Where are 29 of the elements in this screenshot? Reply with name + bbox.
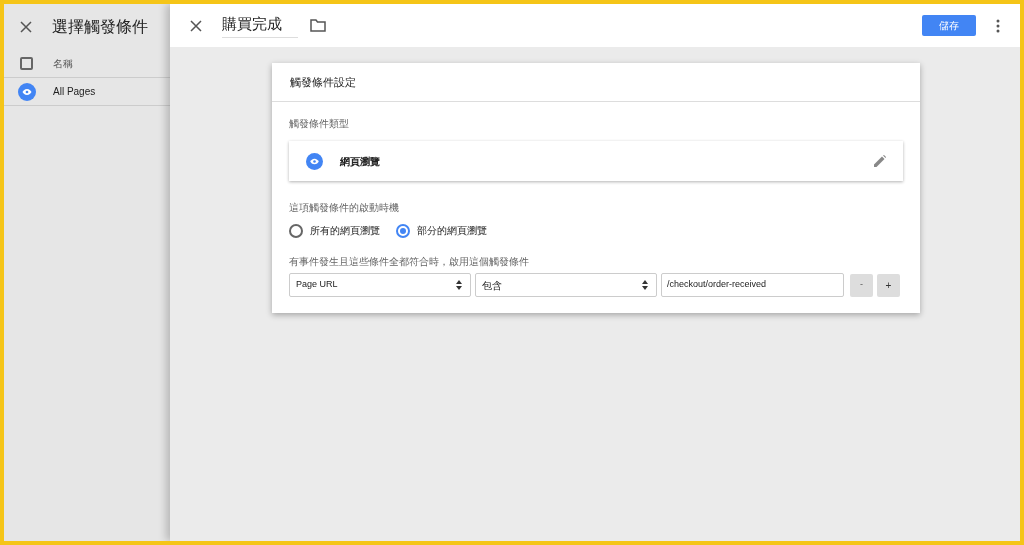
radio-option[interactable]: 所有的網頁瀏覽 <box>289 223 380 238</box>
value-field[interactable]: /checkout/order-received <box>661 273 844 297</box>
operator-select[interactable]: 包含 <box>475 273 657 297</box>
trigger-list-item[interactable]: All Pages <box>4 78 170 106</box>
remove-button[interactable]: - <box>850 273 873 297</box>
variable-select[interactable]: Page URL <box>289 273 471 297</box>
eye-icon <box>306 152 323 170</box>
radio-option[interactable]: 部分的網頁瀏覽 <box>396 223 487 238</box>
close-icon[interactable] <box>20 21 32 33</box>
close-icon[interactable] <box>190 19 202 32</box>
trigger-name-field[interactable]: 購買完成 <box>222 12 298 39</box>
field-label: 有事件發生且這些條件全都符合時，啟用這個觸發條件 <box>289 255 530 269</box>
sort-arrows-icon <box>456 280 462 290</box>
field-label: 這項觸發條件的啟動時機 <box>289 201 400 215</box>
add-button[interactable]: + <box>877 273 900 297</box>
radio-button[interactable] <box>289 223 303 238</box>
eye-icon <box>18 82 36 101</box>
column-header: 名稱 <box>53 57 73 71</box>
radio-button[interactable] <box>396 223 410 238</box>
card-title: 觸發條件設定 <box>290 74 356 90</box>
pencil-icon[interactable] <box>874 155 886 167</box>
trigger-type-card[interactable]: 網頁瀏覽 <box>289 141 903 181</box>
save-button[interactable]: 儲存 <box>922 15 976 36</box>
panel-title: 選擇觸發條件 <box>52 17 148 37</box>
checkbox[interactable] <box>20 57 33 70</box>
sort-arrows-icon <box>642 280 648 290</box>
field-label: 觸發條件類型 <box>289 117 350 131</box>
more-icon[interactable] <box>996 18 1000 33</box>
folder-icon[interactable] <box>310 19 326 32</box>
